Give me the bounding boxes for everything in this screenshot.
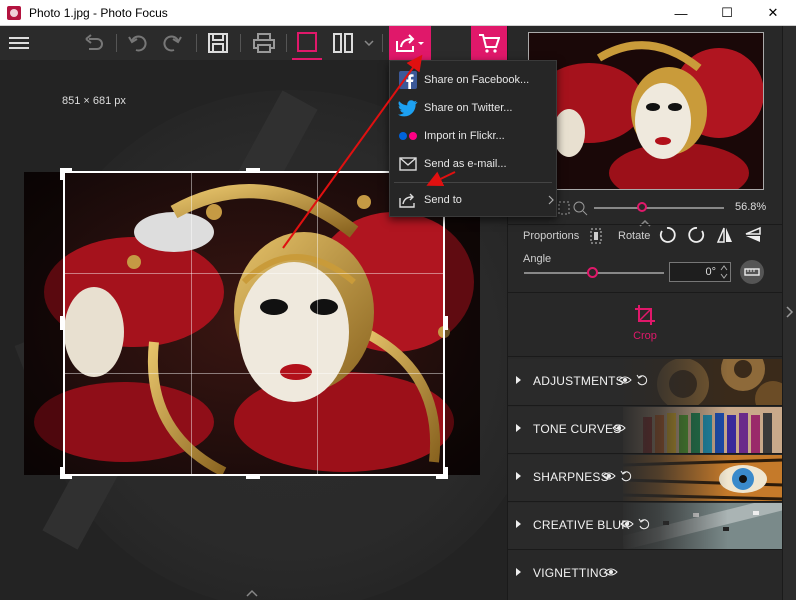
accordion-adjustments[interactable]: ADJUSTMENTS (508, 359, 783, 406)
accordion-tone-curves[interactable]: TONE CURVES (508, 407, 783, 454)
crop-handle-right[interactable] (444, 316, 448, 330)
angle-label: Angle (523, 253, 552, 265)
fit-zoom-icon[interactable] (558, 200, 588, 216)
level-tool-button[interactable] (740, 260, 764, 284)
proportions-label: Proportions (523, 230, 580, 242)
visibility-eye-icon[interactable] (602, 470, 616, 482)
image-size-label: 851 × 681 px (62, 95, 126, 107)
redo-icon[interactable] (158, 26, 186, 60)
angle-spinner-icon[interactable] (720, 264, 728, 280)
visibility-eye-icon[interactable] (612, 422, 626, 434)
cart-button[interactable] (471, 26, 507, 60)
crop-handle-bottom[interactable] (246, 475, 260, 479)
maximize-button[interactable]: ☐ (704, 0, 750, 26)
angle-slider-knob[interactable] (587, 267, 598, 278)
accordion-label: VIGNETTING (533, 566, 609, 580)
flickr-icon (399, 132, 417, 140)
rotate-label: Rotate (618, 230, 651, 242)
menu-item-send-to[interactable]: Send to (390, 186, 556, 214)
zoom-slider-knob[interactable] (637, 202, 647, 212)
mail-icon (399, 157, 417, 171)
hamburger-menu-icon[interactable] (4, 26, 34, 60)
submenu-chevron-icon (548, 195, 554, 205)
save-icon[interactable] (204, 26, 232, 60)
accordion-sharpness[interactable]: SHARPNESS (508, 455, 783, 502)
accordion-creative-blur[interactable]: CREATIVE BLUR (508, 503, 783, 550)
crop-handle-top[interactable] (246, 168, 260, 172)
crop-handle-left[interactable] (60, 316, 64, 330)
proportions-icon[interactable] (588, 228, 604, 244)
share-button[interactable] (389, 26, 431, 60)
share-menu: Share on Facebook... Share on Twitter...… (389, 60, 557, 217)
compare-view-icon[interactable] (328, 26, 358, 60)
panel-collapse-strip[interactable] (782, 26, 796, 600)
share-icon (399, 193, 415, 208)
reset-icon[interactable] (638, 518, 650, 530)
twitter-icon (398, 100, 418, 117)
menu-item-import-flickr[interactable]: Import in Flickr... (390, 122, 556, 150)
zoom-slider-track[interactable] (594, 207, 724, 209)
accordion-label: ADJUSTMENTS (533, 374, 624, 388)
app-icon (7, 5, 21, 20)
undo-all-icon[interactable] (80, 26, 108, 60)
menu-label: Share on Facebook... (424, 74, 530, 86)
visibility-eye-icon[interactable] (618, 374, 632, 386)
menu-item-share-facebook[interactable]: Share on Facebook... (390, 66, 556, 94)
share-icon (396, 34, 424, 52)
rotate-right-icon[interactable] (688, 226, 706, 244)
accordion-label: TONE CURVES (533, 422, 622, 436)
menu-label: Send as e-mail... (424, 158, 507, 170)
menu-item-share-twitter[interactable]: Share on Twitter... (390, 94, 556, 122)
flip-horizontal-icon[interactable] (716, 226, 734, 244)
menu-label: Share on Twitter... (424, 102, 513, 114)
menu-label: Send to (424, 194, 462, 206)
toolbar (0, 26, 508, 60)
accordion-label: CREATIVE BLUR (533, 518, 631, 532)
minimize-button[interactable]: — (658, 0, 704, 26)
title-bar: Photo 1.jpg - Photo Focus — ☐ ✕ (0, 0, 796, 26)
bottom-panel-chevron-icon[interactable] (246, 589, 258, 597)
window-title: Photo 1.jpg - Photo Focus (29, 5, 168, 20)
navigator-photo (529, 33, 763, 189)
chevron-right-icon[interactable] (786, 306, 794, 318)
zoom-value: 56.8% (735, 201, 767, 213)
crop-frame[interactable] (63, 171, 445, 476)
rotate-left-icon[interactable] (658, 226, 676, 244)
reset-icon[interactable] (620, 470, 632, 482)
menu-label: Import in Flickr... (424, 130, 505, 142)
flip-vertical-icon[interactable] (744, 226, 762, 244)
visibility-eye-icon[interactable] (620, 518, 634, 530)
accordion-label: SHARPNESS (533, 470, 609, 484)
facebook-icon (399, 71, 417, 89)
accordion-vignetting[interactable]: VIGNETTING (508, 551, 783, 598)
single-view-icon[interactable] (292, 26, 322, 60)
visibility-eye-icon[interactable] (604, 566, 618, 578)
crop-label: Crop (633, 330, 657, 342)
print-icon[interactable] (250, 26, 278, 60)
level-icon (744, 268, 760, 276)
cart-icon (479, 34, 500, 53)
crop-button[interactable]: Crop (623, 304, 667, 346)
menu-item-send-email[interactable]: Send as e-mail... (390, 150, 556, 178)
compare-dropdown-chevron-icon[interactable] (362, 26, 376, 60)
navigator-thumbnail[interactable] (528, 32, 764, 190)
crop-icon (635, 305, 655, 325)
undo-icon[interactable] (124, 26, 152, 60)
reset-icon[interactable] (636, 374, 648, 386)
close-button[interactable]: ✕ (750, 0, 796, 26)
